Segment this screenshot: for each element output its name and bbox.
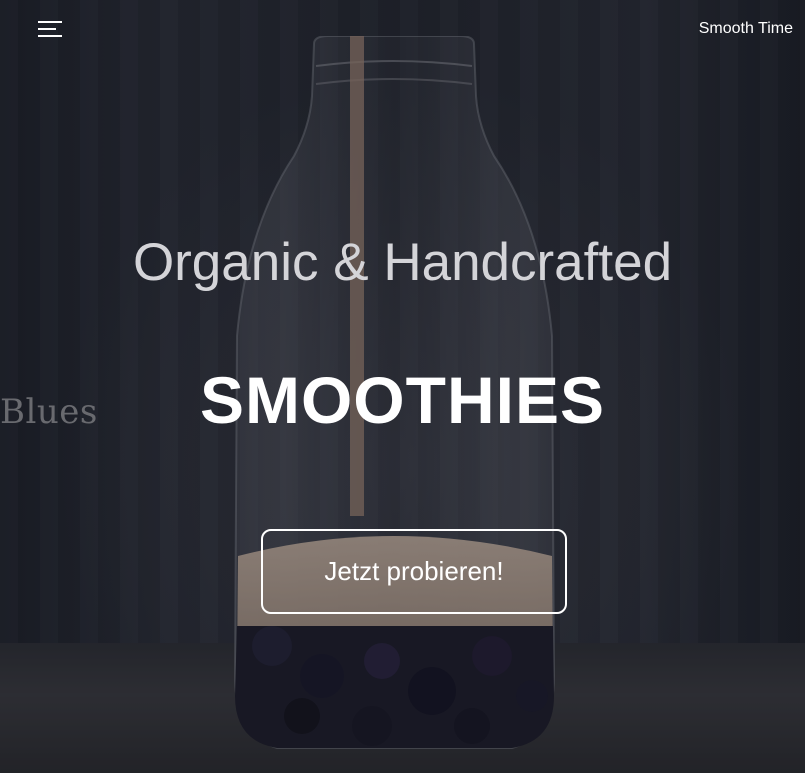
hero-title: SMOOTHIES	[199, 363, 606, 437]
brand-link[interactable]: Smooth Time	[699, 20, 793, 38]
try-now-button[interactable]: Jetzt probieren!	[261, 529, 567, 614]
hero-section: Blues Smooth Time Organic & Handcrafted …	[0, 0, 805, 773]
hamburger-menu-icon[interactable]	[38, 19, 62, 39]
hero-subtitle: Organic & Handcrafted	[132, 233, 673, 292]
